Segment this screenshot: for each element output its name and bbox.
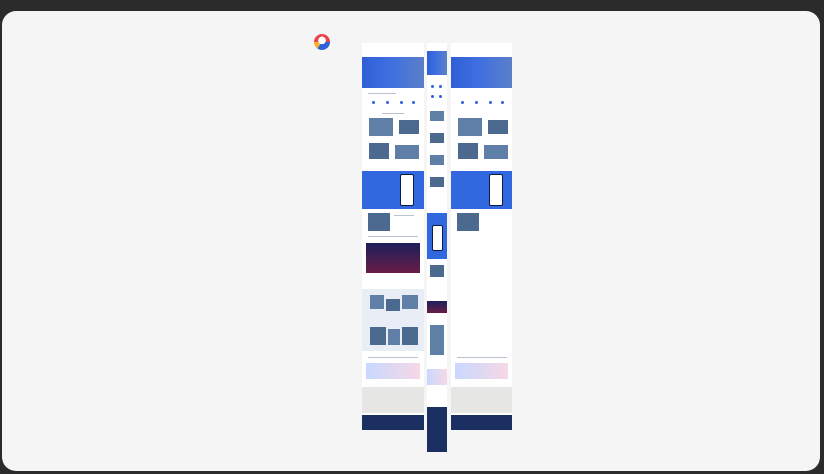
route-card-image <box>395 145 419 159</box>
footer <box>427 407 447 452</box>
footer <box>451 415 512 430</box>
phone-mockup <box>400 174 414 206</box>
map-section <box>451 387 512 413</box>
brand-logo-icon <box>314 34 330 50</box>
route-card-image <box>369 143 389 159</box>
route-card-image <box>399 120 419 134</box>
footer <box>362 415 424 430</box>
hero-banner <box>362 57 424 88</box>
map-section <box>362 387 424 413</box>
app-promo-section <box>362 171 424 209</box>
mobile-page-artboard[interactable] <box>427 43 447 452</box>
hero-banner <box>427 51 447 75</box>
video-banner <box>366 243 420 273</box>
director-photo <box>368 213 390 231</box>
cta-banner <box>455 363 508 379</box>
hero-banner <box>451 57 512 88</box>
desktop-page-variant-artboard[interactable] <box>451 43 512 430</box>
cta-banner <box>427 369 447 385</box>
cta-banner <box>366 363 420 379</box>
desktop-page-artboard[interactable] <box>362 43 424 430</box>
top-nav <box>362 45 424 51</box>
design-canvas[interactable] <box>2 11 820 471</box>
route-card-image <box>369 118 393 136</box>
video-banner <box>427 301 447 313</box>
